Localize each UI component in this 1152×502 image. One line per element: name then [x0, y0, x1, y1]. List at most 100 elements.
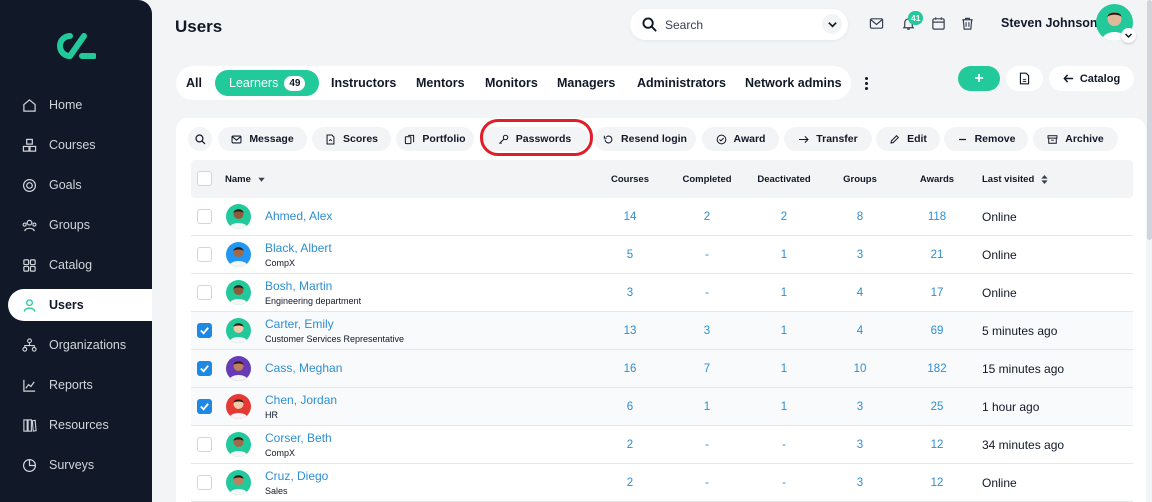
- scores-button[interactable]: Scores: [312, 127, 391, 151]
- completed-cell[interactable]: -: [677, 464, 737, 502]
- scrollbar[interactable]: [1147, 0, 1152, 240]
- avatar[interactable]: [226, 432, 251, 457]
- table-row[interactable]: Ahmed, Alex 14 2 2 8 118 Online: [191, 198, 1133, 236]
- table-row[interactable]: Carter, Emily Customer Services Represent…: [191, 312, 1133, 350]
- search-box[interactable]: [630, 9, 848, 40]
- column-header-awards[interactable]: Awards: [907, 160, 967, 198]
- column-header-deactivated[interactable]: Deactivated: [754, 160, 814, 198]
- award-button[interactable]: Award: [702, 127, 779, 151]
- row-checkbox[interactable]: [197, 361, 212, 376]
- deactivated-cell[interactable]: 2: [754, 198, 814, 236]
- deactivated-cell[interactable]: 1: [754, 350, 814, 388]
- sidebar-item-home[interactable]: Home: [8, 89, 152, 121]
- awards-cell[interactable]: 12: [907, 426, 967, 464]
- deactivated-cell[interactable]: 1: [754, 236, 814, 274]
- tab-network-admins[interactable]: Network admins: [745, 70, 842, 96]
- avatar[interactable]: [226, 280, 251, 305]
- messages-button[interactable]: [867, 14, 885, 32]
- avatar[interactable]: [226, 204, 251, 229]
- column-header-courses[interactable]: Courses: [600, 160, 660, 198]
- search-scope-dropdown[interactable]: [822, 14, 842, 34]
- courses-cell[interactable]: 2: [600, 464, 660, 502]
- groups-cell[interactable]: 8: [830, 198, 890, 236]
- groups-cell[interactable]: 3: [830, 464, 890, 502]
- courses-cell[interactable]: 6: [600, 388, 660, 426]
- row-checkbox[interactable]: [197, 399, 212, 414]
- avatar[interactable]: [226, 318, 251, 343]
- table-row[interactable]: Cruz, Diego Sales 2- -3 12 Online: [191, 464, 1133, 502]
- message-button[interactable]: Message: [218, 127, 307, 151]
- awards-cell[interactable]: 182: [907, 350, 967, 388]
- avatar[interactable]: [226, 394, 251, 419]
- user-name-link[interactable]: Carter, Emily: [265, 317, 334, 331]
- sidebar-item-goals[interactable]: Goals: [8, 169, 152, 201]
- sidebar-item-courses[interactable]: Courses: [8, 129, 152, 161]
- table-row[interactable]: Chen, Jordan HR 6 1 1 3 25 1 hour ago: [191, 388, 1133, 426]
- user-name-link[interactable]: Cass, Meghan: [265, 361, 342, 375]
- awards-cell[interactable]: 118: [907, 198, 967, 236]
- groups-cell[interactable]: 3: [830, 388, 890, 426]
- catalog-button[interactable]: Catalog: [1049, 66, 1134, 91]
- row-checkbox[interactable]: [197, 285, 212, 300]
- completed-cell[interactable]: 7: [677, 350, 737, 388]
- passwords-button[interactable]: Passwords: [480, 127, 589, 151]
- portfolio-button[interactable]: Portfolio: [396, 127, 474, 151]
- table-row[interactable]: Black, Albert CompX 5-1 3 21 Online: [191, 236, 1133, 274]
- user-name-link[interactable]: Bosh, Martin: [265, 279, 332, 293]
- user-name-link[interactable]: Chen, Jordan: [265, 393, 337, 407]
- row-checkbox[interactable]: [197, 209, 212, 224]
- row-checkbox[interactable]: [197, 437, 212, 452]
- tab-mentors[interactable]: Mentors: [416, 70, 465, 96]
- search-input[interactable]: [665, 17, 815, 32]
- deactivated-cell[interactable]: 1: [754, 388, 814, 426]
- deactivated-cell[interactable]: 1: [754, 312, 814, 350]
- archive-button[interactable]: Archive: [1033, 127, 1118, 151]
- edit-button[interactable]: Edit: [876, 127, 940, 151]
- resend-login-button[interactable]: Resend login: [594, 127, 696, 151]
- courses-cell[interactable]: 13: [600, 312, 660, 350]
- column-header-last-visited[interactable]: Last visited: [982, 160, 1049, 198]
- courses-cell[interactable]: 2: [600, 426, 660, 464]
- user-name-link[interactable]: Ahmed, Alex: [265, 209, 332, 223]
- deactivated-cell[interactable]: -: [754, 464, 814, 502]
- table-row[interactable]: Corser, Beth CompX 2- -3 12 34 minutes ago: [191, 426, 1133, 464]
- export-button[interactable]: [1006, 66, 1043, 91]
- tab-all[interactable]: All: [186, 70, 202, 96]
- account-menu-toggle[interactable]: [1121, 28, 1136, 43]
- user-name-link[interactable]: Cruz, Diego: [265, 469, 328, 483]
- courses-cell[interactable]: 14: [600, 198, 660, 236]
- table-row[interactable]: Bosh, Martin Engineering department 3-1 4 17…: [191, 274, 1133, 312]
- user-name-link[interactable]: Black, Albert: [265, 241, 332, 255]
- sidebar-item-resources[interactable]: Resources: [8, 409, 152, 441]
- tab-instructors[interactable]: Instructors: [331, 70, 396, 96]
- sidebar-item-organizations[interactable]: Organizations: [8, 329, 152, 361]
- avatar[interactable]: [226, 356, 251, 381]
- groups-cell[interactable]: 4: [830, 312, 890, 350]
- trash-button[interactable]: [958, 14, 976, 32]
- sidebar-item-catalog[interactable]: Catalog: [8, 249, 152, 281]
- transfer-button[interactable]: Transfer: [784, 127, 872, 151]
- sidebar-item-reports[interactable]: Reports: [8, 369, 152, 401]
- tab-monitors[interactable]: Monitors: [485, 70, 538, 96]
- groups-cell[interactable]: 3: [830, 236, 890, 274]
- courses-cell[interactable]: 3: [600, 274, 660, 312]
- courses-cell[interactable]: 5: [600, 236, 660, 274]
- user-name-link[interactable]: Corser, Beth: [265, 431, 332, 445]
- row-checkbox[interactable]: [197, 475, 212, 490]
- avatar[interactable]: [226, 242, 251, 267]
- column-header-completed[interactable]: Completed: [677, 160, 737, 198]
- sidebar-item-groups[interactable]: Groups: [8, 209, 152, 241]
- sidebar-item-users[interactable]: Users: [8, 289, 152, 321]
- add-user-button[interactable]: +: [958, 66, 1000, 91]
- user-name[interactable]: Steven Johnson: [1001, 16, 1098, 30]
- tab-managers[interactable]: Managers: [557, 70, 615, 96]
- remove-button[interactable]: Remove: [944, 127, 1028, 151]
- row-checkbox[interactable]: [197, 247, 212, 262]
- completed-cell[interactable]: -: [677, 426, 737, 464]
- completed-cell[interactable]: 3: [677, 312, 737, 350]
- avatar[interactable]: [226, 470, 251, 495]
- completed-cell[interactable]: 2: [677, 198, 737, 236]
- select-all-checkbox[interactable]: [197, 171, 212, 186]
- completed-cell[interactable]: -: [677, 274, 737, 312]
- groups-cell[interactable]: 10: [830, 350, 890, 388]
